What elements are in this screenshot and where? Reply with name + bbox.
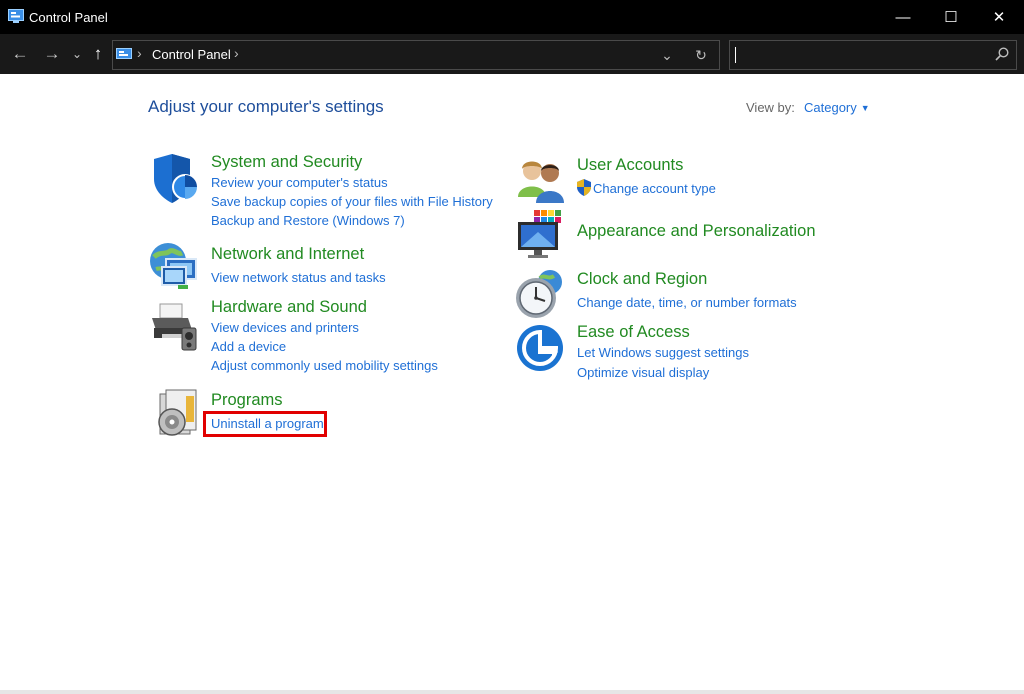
search-input[interactable] <box>730 41 980 67</box>
appearance-monitor-icon[interactable] <box>516 208 568 260</box>
view-by-dropdown[interactable]: Category ▼ <box>804 100 870 115</box>
chevron-down-icon: ⌄ <box>661 46 673 63</box>
control-panel-icon <box>8 9 24 23</box>
category-user-accounts[interactable]: User Accounts <box>577 156 683 175</box>
view-by-value: Category <box>804 100 857 115</box>
link-network-status[interactable]: View network status and tasks <box>211 270 386 285</box>
up-button[interactable]: ↑ <box>88 42 108 66</box>
minimize-icon: — <box>895 8 911 26</box>
ease-of-access-icon[interactable] <box>516 324 568 376</box>
address-dropdown-button[interactable]: ⌄ <box>654 43 680 67</box>
minimize-button[interactable]: — <box>880 0 926 34</box>
address-bar[interactable]: › Control Panel › ⌄ ↻ <box>112 40 720 70</box>
search-icon[interactable] <box>994 46 1010 62</box>
programs-disc-icon[interactable] <box>152 388 204 440</box>
back-arrow-icon: ← <box>11 44 29 63</box>
dropdown-arrow-icon: ▼ <box>860 103 870 113</box>
link-backup-restore[interactable]: Backup and Restore (Windows 7) <box>211 213 405 228</box>
back-button[interactable]: ← <box>8 42 32 66</box>
link-review-status[interactable]: Review your computer's status <box>211 175 388 190</box>
navigation-bar: ← → ⌄ ↑ › Control Panel › ⌄ ↻ <box>0 34 1024 74</box>
category-appearance-and-personalization[interactable]: Appearance and Personalization <box>577 222 816 241</box>
chevron-down-icon: ⌄ <box>71 47 83 61</box>
control-panel-icon <box>116 48 132 59</box>
category-hardware-and-sound[interactable]: Hardware and Sound <box>211 298 367 317</box>
link-windows-suggest-settings[interactable]: Let Windows suggest settings <box>577 345 749 360</box>
breadcrumb-separator-icon[interactable]: › <box>234 45 239 61</box>
shield-icon[interactable] <box>150 153 202 205</box>
breadcrumb-control-panel[interactable]: Control Panel <box>152 47 231 62</box>
uac-shield-icon <box>577 179 591 196</box>
title-bar: Control Panel — ☐ ✕ <box>0 0 1024 34</box>
printer-icon[interactable] <box>148 300 200 352</box>
up-arrow-icon: ↑ <box>93 44 103 63</box>
link-mobility-settings[interactable]: Adjust commonly used mobility settings <box>211 358 438 373</box>
breadcrumb-separator-icon[interactable]: › <box>137 45 142 61</box>
search-box[interactable] <box>729 40 1017 70</box>
view-by-label: View by: <box>746 100 795 115</box>
link-optimize-visual-display[interactable]: Optimize visual display <box>577 365 709 380</box>
forward-arrow-icon: → <box>43 44 61 63</box>
clock-globe-icon[interactable] <box>514 268 566 320</box>
close-icon: ✕ <box>992 9 1006 26</box>
category-network-and-internet[interactable]: Network and Internet <box>211 245 364 264</box>
link-devices-printers[interactable]: View devices and printers <box>211 320 359 335</box>
highlight-box <box>203 411 327 437</box>
maximize-icon: ☐ <box>944 9 958 26</box>
user-accounts-icon[interactable] <box>516 155 568 207</box>
category-clock-and-region[interactable]: Clock and Region <box>577 270 707 289</box>
window-title: Control Panel <box>29 10 108 25</box>
close-button[interactable]: ✕ <box>976 0 1022 34</box>
window-bottom-edge <box>0 690 1024 694</box>
network-globe-icon[interactable] <box>148 241 200 293</box>
category-ease-of-access[interactable]: Ease of Access <box>577 323 690 342</box>
link-add-device[interactable]: Add a device <box>211 339 286 354</box>
refresh-icon: ↻ <box>695 46 707 63</box>
forward-button[interactable]: → <box>40 42 64 66</box>
refresh-button[interactable]: ↻ <box>688 43 714 67</box>
link-file-history[interactable]: Save backup copies of your files with Fi… <box>211 194 493 209</box>
link-change-account-type[interactable]: Change account type <box>593 181 716 196</box>
recent-locations-button[interactable]: ⌄ <box>68 42 86 66</box>
link-date-time-formats[interactable]: Change date, time, or number formats <box>577 295 797 310</box>
page-heading: Adjust your computer's settings <box>148 97 384 116</box>
category-system-and-security[interactable]: System and Security <box>211 153 362 172</box>
category-programs[interactable]: Programs <box>211 391 283 410</box>
maximize-button[interactable]: ☐ <box>928 0 974 34</box>
